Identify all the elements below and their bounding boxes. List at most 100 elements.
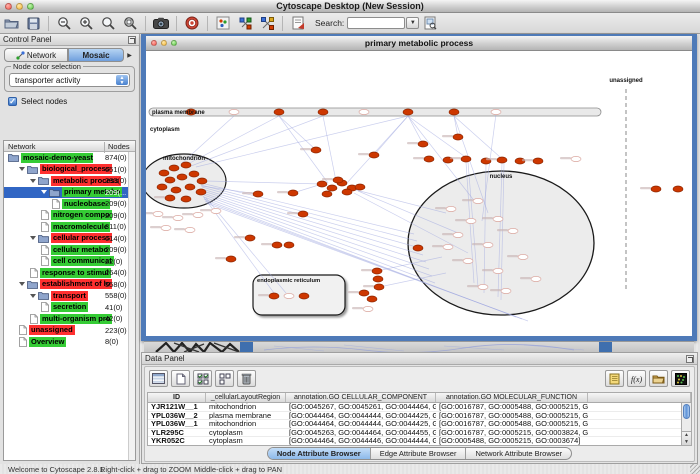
table-scrollbar-arrows[interactable]: ▲▼ bbox=[682, 431, 691, 445]
vizmapper-button[interactable] bbox=[212, 14, 234, 33]
graph-node[interactable] bbox=[651, 186, 661, 192]
table-row[interactable]: YLR295Ccytoplasm[GO:0045263, GO:0044464,… bbox=[148, 429, 691, 438]
graph-node[interactable] bbox=[453, 134, 463, 140]
graph-node-outline[interactable] bbox=[193, 212, 203, 217]
table-row[interactable]: YPL036W__1mitochondrion[GO:0044464, GO:0… bbox=[148, 420, 691, 429]
search-dropdown-button[interactable]: ▼ bbox=[406, 17, 419, 29]
graph-node[interactable] bbox=[327, 185, 337, 191]
graph-node[interactable] bbox=[185, 184, 195, 190]
graph-node[interactable] bbox=[418, 141, 428, 147]
select-all-attributes-button[interactable] bbox=[149, 370, 168, 387]
tree-row[interactable]: macromolecule311(0) bbox=[4, 221, 135, 233]
tree-row[interactable]: cellular process614(0) bbox=[4, 233, 135, 245]
network-view-window[interactable]: primary metabolic process plasma membran… bbox=[141, 34, 697, 341]
tree-row[interactable]: response to stimul264(0) bbox=[4, 267, 135, 279]
graph-node[interactable] bbox=[342, 189, 352, 195]
graph-node[interactable] bbox=[533, 158, 543, 164]
graph-node[interactable] bbox=[253, 191, 263, 197]
tree-row[interactable]: unassigned223(0) bbox=[4, 325, 135, 337]
graph-node[interactable] bbox=[318, 109, 328, 115]
tree-row[interactable]: transport558(0) bbox=[4, 290, 135, 302]
expand-arrow-icon[interactable] bbox=[19, 167, 25, 171]
graph-node[interactable] bbox=[272, 242, 282, 248]
graph-node-outline[interactable] bbox=[446, 206, 456, 211]
tree-scrollbar[interactable] bbox=[128, 152, 135, 460]
graph-node[interactable] bbox=[196, 189, 206, 195]
tree-row[interactable]: nitrogen compo209(0) bbox=[4, 210, 135, 222]
tree-row[interactable]: primary metabo209(... bbox=[4, 187, 135, 199]
graph-node-outline[interactable] bbox=[185, 227, 195, 232]
graph-node[interactable] bbox=[226, 256, 236, 262]
tab-mosaic[interactable]: Mosaic bbox=[68, 48, 124, 62]
zoom-in-button[interactable] bbox=[75, 14, 97, 33]
graph-node-outline[interactable] bbox=[284, 293, 294, 298]
color-attribute-dropdown[interactable]: transporter activity ▲▼ bbox=[9, 73, 130, 87]
tabs-overflow-button[interactable]: ▶ bbox=[124, 48, 135, 62]
graph-node[interactable] bbox=[181, 162, 191, 168]
graph-node-outline[interactable] bbox=[463, 258, 473, 263]
graph-node[interactable] bbox=[284, 242, 294, 248]
graph-node[interactable] bbox=[374, 284, 384, 290]
graph-node[interactable] bbox=[333, 177, 343, 183]
graph-node[interactable] bbox=[355, 184, 365, 190]
matrix-view-button[interactable] bbox=[671, 370, 690, 387]
graph-node-outline[interactable] bbox=[518, 254, 528, 259]
resize-grip[interactable] bbox=[690, 464, 700, 474]
browser-tab-node[interactable]: Node Attribute Browser bbox=[268, 448, 371, 459]
advanced-search-button[interactable] bbox=[419, 14, 441, 33]
browser-tab-network[interactable]: Network Attribute Browser bbox=[466, 448, 571, 459]
annotation-button[interactable] bbox=[287, 14, 309, 33]
tree-row[interactable]: cellular metabo209(0) bbox=[4, 244, 135, 256]
graph-node[interactable] bbox=[369, 152, 379, 158]
tree-row[interactable]: secretion41(0) bbox=[4, 302, 135, 314]
snapshot-button[interactable] bbox=[150, 14, 172, 33]
expand-arrow-icon[interactable] bbox=[30, 179, 36, 183]
graph-node-outline[interactable] bbox=[491, 109, 501, 114]
column-header[interactable]: annotation.GO MOLECULAR_FUNCTION bbox=[436, 393, 588, 402]
table-row[interactable]: YJR121W__1mitochondrion[GO:0045267, GO:0… bbox=[148, 403, 691, 412]
graph-node-outline[interactable] bbox=[359, 109, 369, 114]
table-row[interactable]: YKR052Ccytoplasm[GO:0044464, GO:0044446,… bbox=[148, 437, 691, 446]
tree-row[interactable]: biological_process651(0) bbox=[4, 164, 135, 176]
graph-node[interactable] bbox=[317, 181, 327, 187]
graph-node-outline[interactable] bbox=[229, 109, 239, 114]
graph-node[interactable] bbox=[359, 290, 369, 296]
select-nodes-checkbox[interactable]: ✓ bbox=[8, 97, 17, 106]
expand-arrow-icon[interactable] bbox=[30, 236, 36, 240]
graph-node[interactable] bbox=[449, 109, 459, 115]
table-scrollbar-thumb[interactable] bbox=[683, 404, 690, 419]
select-attributes-button[interactable] bbox=[193, 370, 212, 387]
graph-node-outline[interactable] bbox=[493, 216, 503, 221]
graph-node-outline[interactable] bbox=[483, 242, 493, 247]
tree-row[interactable]: multi-organism pro42(0) bbox=[4, 313, 135, 325]
graph-node-outline[interactable] bbox=[363, 306, 373, 311]
help-button[interactable] bbox=[181, 14, 203, 33]
tree-row[interactable]: Overview8(0) bbox=[4, 336, 135, 348]
float-data-panel-icon[interactable] bbox=[686, 355, 694, 363]
graph-node-outline[interactable] bbox=[453, 232, 463, 237]
graph-node[interactable] bbox=[169, 165, 179, 171]
network-canvas[interactable]: plasma membranecytoplasmmitochondrionnuc… bbox=[146, 51, 692, 336]
unselect-attributes-button[interactable] bbox=[215, 370, 234, 387]
graph-node[interactable] bbox=[165, 177, 175, 183]
graph-node-outline[interactable] bbox=[173, 215, 183, 220]
graph-node[interactable] bbox=[367, 296, 377, 302]
graph-node[interactable] bbox=[159, 170, 169, 176]
open-file-button[interactable] bbox=[0, 14, 22, 33]
graph-node-outline[interactable] bbox=[161, 225, 171, 230]
graph-node[interactable] bbox=[372, 268, 382, 274]
graph-node[interactable] bbox=[197, 178, 207, 184]
graph-node[interactable] bbox=[245, 235, 255, 241]
graph-node[interactable] bbox=[673, 186, 683, 192]
graph-node[interactable] bbox=[413, 245, 423, 251]
zoom-fit-button[interactable] bbox=[119, 14, 141, 33]
zoom-out-button[interactable] bbox=[53, 14, 75, 33]
column-header[interactable]: annotation.GO CELLULAR_COMPONENT bbox=[286, 393, 436, 402]
graph-node[interactable] bbox=[288, 190, 298, 196]
tab-network[interactable]: Network bbox=[4, 48, 68, 62]
formula-builder-button[interactable]: f(x) bbox=[627, 370, 646, 387]
expand-arrow-icon[interactable] bbox=[30, 294, 36, 298]
search-input[interactable] bbox=[347, 17, 405, 29]
tree-row[interactable]: establishment of lo558(0) bbox=[4, 279, 135, 291]
graph-node[interactable] bbox=[461, 156, 471, 162]
